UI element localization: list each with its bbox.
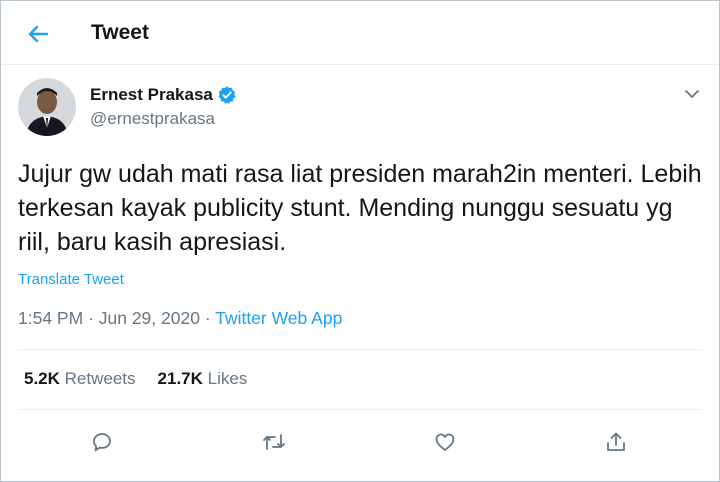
tweet-date: Jun 29, 2020 [98, 308, 200, 328]
author-display-name: Ernest Prakasa [90, 85, 213, 104]
tweet-text: Jujur gw udah mati rasa liat presiden ma… [18, 160, 702, 256]
verified-badge-icon [218, 86, 236, 104]
tweet-stats: 5.2K Retweets 21.7K Likes [24, 369, 247, 389]
retweet-button[interactable] [258, 426, 290, 458]
likes-count: 21.7K [157, 369, 203, 388]
page-title: Tweet [91, 21, 149, 44]
chevron-down-icon [685, 90, 699, 98]
tweet-time: 1:54 PM [18, 308, 84, 328]
likes-label: Likes [207, 369, 248, 388]
divider [18, 349, 702, 350]
retweet-icon [263, 434, 285, 450]
meta-separator: · [199, 308, 216, 328]
like-button[interactable] [429, 426, 461, 458]
likes-stat[interactable]: 21.7K Likes [158, 369, 248, 389]
retweets-stat[interactable]: 5.2K Retweets [24, 369, 136, 389]
tweet-actions [0, 420, 720, 460]
meta-separator: · [83, 308, 99, 328]
translate-tweet-link[interactable]: Translate Tweet [18, 271, 124, 288]
avatar[interactable] [18, 78, 76, 136]
like-icon [435, 433, 455, 451]
share-button[interactable] [600, 426, 632, 458]
author-handle[interactable]: @ernestprakasa [90, 109, 215, 129]
divider [18, 409, 702, 410]
header: Tweet [1, 1, 719, 65]
more-options-button[interactable] [678, 80, 706, 108]
tweet-source-link[interactable]: Twitter Web App [215, 308, 342, 328]
arrow-left-icon [28, 25, 49, 43]
back-button[interactable] [21, 19, 55, 49]
retweets-count: 5.2K [24, 369, 60, 388]
share-icon [607, 432, 625, 451]
retweets-label: Retweets [64, 369, 136, 388]
reply-button[interactable] [86, 426, 118, 458]
reply-icon [93, 433, 111, 452]
tweet-meta: 1:54 PM · Jun 29, 2020 · Twitter Web App [18, 308, 342, 329]
author-name[interactable]: Ernest Prakasa [90, 85, 237, 105]
